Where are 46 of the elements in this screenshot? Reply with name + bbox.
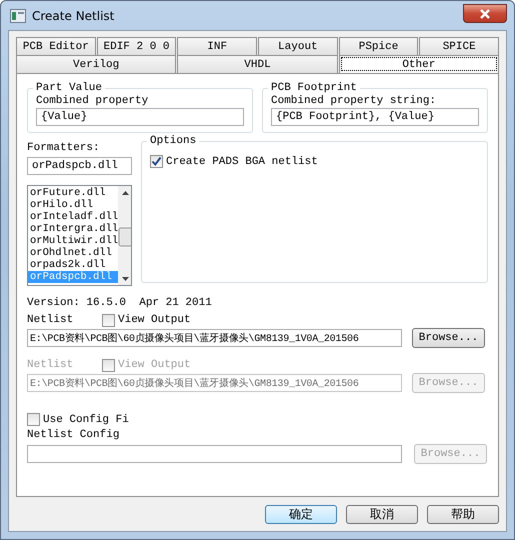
group-title: Options — [149, 135, 198, 147]
browse-button[interactable]: Browse... — [412, 328, 485, 348]
netlist-config-label: Netlist Config — [27, 429, 120, 443]
checkbox-label: View Output — [118, 314, 191, 326]
input-field[interactable]: {PCB Footprint}, {Value} — [271, 108, 479, 126]
netlist-label: Netlist — [27, 314, 74, 326]
list-item[interactable]: orHilo.dll — [28, 199, 118, 211]
input-field[interactable]: {Value} — [36, 108, 244, 126]
tab[interactable]: EDIF 2 0 0 — [96, 37, 176, 55]
scrollbar[interactable] — [118, 186, 131, 285]
list-item[interactable]: orOhdlnet.dll — [28, 247, 118, 259]
close-button[interactable] — [463, 4, 507, 23]
checkbox[interactable] — [102, 314, 115, 326]
tab[interactable]: Verilog — [16, 55, 176, 73]
window-title: Create Netlist — [32, 8, 114, 22]
list-item[interactable]: orpads2k.dll — [28, 259, 118, 271]
tab[interactable]: Layout — [258, 37, 338, 55]
field-label: Combined property string: — [271, 94, 438, 108]
checkbox-label: Use Config Fi — [43, 414, 129, 426]
app-icon — [10, 8, 26, 22]
tab[interactable]: VHDL — [177, 55, 338, 73]
dialog-button[interactable]: 帮助 — [427, 505, 499, 524]
group-title: PCB Footprint — [270, 82, 358, 94]
tab[interactable]: PSpice — [338, 37, 418, 55]
version-text: Version: 16.5.0 Apr 21 2011 — [27, 297, 213, 311]
list-item[interactable]: orMultiwir.dll — [28, 235, 118, 247]
checkbox-label: Create PADS BGA netlist — [166, 156, 318, 168]
close-icon — [479, 8, 491, 18]
tab[interactable]: Other — [338, 55, 499, 73]
dialog-button[interactable]: 确定 — [265, 505, 337, 524]
input-field[interactable]: orPadspcb.dll — [27, 157, 132, 175]
path-field[interactable]: E:\PCB资料\PCB图\60贞摄像头项目\蓝牙摄像头\GM8139_1V0A_201506 — [27, 329, 402, 347]
tab[interactable]: PCB Editor — [16, 37, 96, 55]
tab[interactable]: INF — [177, 37, 258, 55]
list-item[interactable]: orIntergra.dll — [28, 223, 118, 235]
checkbox[interactable] — [150, 155, 163, 168]
list-item[interactable]: orFuture.dll — [28, 187, 118, 199]
tab[interactable]: SPICE — [419, 37, 500, 55]
group-title: Part Value — [35, 82, 104, 94]
dialog-button[interactable]: 取消 — [346, 505, 418, 524]
list-item[interactable]: orInteladf.dll — [28, 211, 118, 223]
netlist-label: Netlist — [27, 359, 74, 371]
formatters-label: Formatters: — [27, 141, 101, 155]
field-label: Combined property — [36, 94, 150, 108]
checkbox-label: View Output — [118, 359, 191, 371]
checkbox[interactable] — [27, 413, 40, 426]
